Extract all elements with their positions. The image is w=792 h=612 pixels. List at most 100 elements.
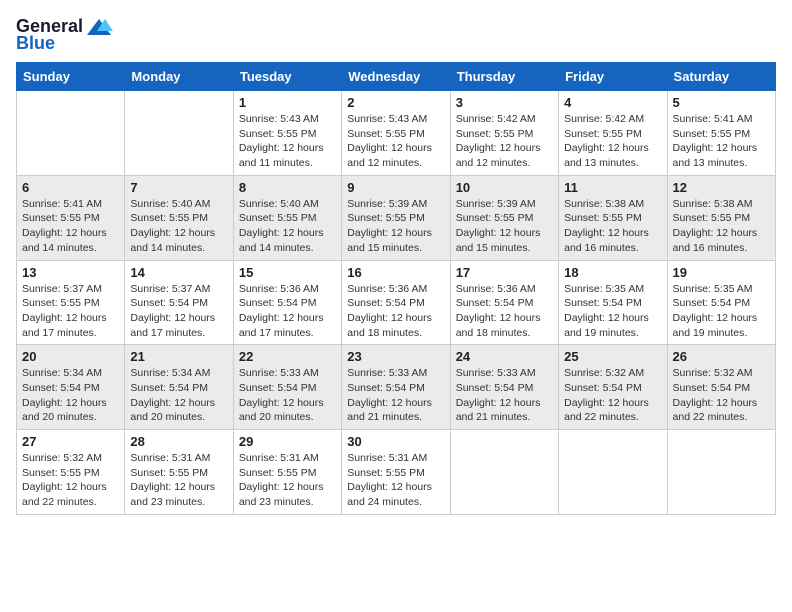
day-number: 23 bbox=[347, 349, 444, 364]
day-number: 26 bbox=[673, 349, 770, 364]
day-info: Sunrise: 5:35 AM Sunset: 5:54 PM Dayligh… bbox=[564, 282, 661, 341]
day-info: Sunrise: 5:40 AM Sunset: 5:55 PM Dayligh… bbox=[130, 197, 227, 256]
weekday-header-wednesday: Wednesday bbox=[342, 63, 450, 91]
day-info: Sunrise: 5:39 AM Sunset: 5:55 PM Dayligh… bbox=[456, 197, 553, 256]
day-info: Sunrise: 5:31 AM Sunset: 5:55 PM Dayligh… bbox=[239, 451, 336, 510]
day-number: 3 bbox=[456, 95, 553, 110]
day-number: 7 bbox=[130, 180, 227, 195]
day-info: Sunrise: 5:41 AM Sunset: 5:55 PM Dayligh… bbox=[673, 112, 770, 171]
calendar-cell: 20 Sunrise: 5:34 AM Sunset: 5:54 PM Dayli… bbox=[17, 345, 125, 430]
day-number: 29 bbox=[239, 434, 336, 449]
day-info: Sunrise: 5:34 AM Sunset: 5:54 PM Dayligh… bbox=[130, 366, 227, 425]
weekday-header-saturday: Saturday bbox=[667, 63, 775, 91]
day-info: Sunrise: 5:38 AM Sunset: 5:55 PM Dayligh… bbox=[673, 197, 770, 256]
calendar-cell: 29 Sunrise: 5:31 AM Sunset: 5:55 PM Dayli… bbox=[233, 430, 341, 515]
day-info: Sunrise: 5:42 AM Sunset: 5:55 PM Dayligh… bbox=[456, 112, 553, 171]
logo: General Blue bbox=[16, 16, 113, 54]
day-info: Sunrise: 5:43 AM Sunset: 5:55 PM Dayligh… bbox=[347, 112, 444, 171]
day-info: Sunrise: 5:33 AM Sunset: 5:54 PM Dayligh… bbox=[456, 366, 553, 425]
calendar-cell: 8 Sunrise: 5:40 AM Sunset: 5:55 PM Daylig… bbox=[233, 175, 341, 260]
day-number: 25 bbox=[564, 349, 661, 364]
calendar-cell bbox=[17, 91, 125, 176]
calendar-cell: 22 Sunrise: 5:33 AM Sunset: 5:54 PM Dayli… bbox=[233, 345, 341, 430]
day-number: 11 bbox=[564, 180, 661, 195]
calendar-cell: 11 Sunrise: 5:38 AM Sunset: 5:55 PM Dayli… bbox=[559, 175, 667, 260]
day-info: Sunrise: 5:36 AM Sunset: 5:54 PM Dayligh… bbox=[347, 282, 444, 341]
day-number: 22 bbox=[239, 349, 336, 364]
day-number: 14 bbox=[130, 265, 227, 280]
weekday-header-sunday: Sunday bbox=[17, 63, 125, 91]
calendar-cell: 17 Sunrise: 5:36 AM Sunset: 5:54 PM Dayli… bbox=[450, 260, 558, 345]
day-number: 6 bbox=[22, 180, 119, 195]
weekday-header-friday: Friday bbox=[559, 63, 667, 91]
calendar-cell bbox=[667, 430, 775, 515]
calendar-cell: 26Sunrise: 5:32 AM Sunset: 5:54 PM Dayli… bbox=[667, 345, 775, 430]
day-info: Sunrise: 5:32 AM Sunset: 5:55 PM Dayligh… bbox=[22, 451, 119, 510]
calendar-cell: 19Sunrise: 5:35 AM Sunset: 5:54 PM Dayli… bbox=[667, 260, 775, 345]
weekday-header-monday: Monday bbox=[125, 63, 233, 91]
calendar-table: SundayMondayTuesdayWednesdayThursdayFrid… bbox=[16, 62, 776, 515]
calendar-cell: 15 Sunrise: 5:36 AM Sunset: 5:54 PM Dayli… bbox=[233, 260, 341, 345]
calendar-cell: 24 Sunrise: 5:33 AM Sunset: 5:54 PM Dayli… bbox=[450, 345, 558, 430]
weekday-header-tuesday: Tuesday bbox=[233, 63, 341, 91]
day-number: 20 bbox=[22, 349, 119, 364]
day-number: 10 bbox=[456, 180, 553, 195]
calendar-cell: 9 Sunrise: 5:39 AM Sunset: 5:55 PM Daylig… bbox=[342, 175, 450, 260]
day-info: Sunrise: 5:37 AM Sunset: 5:54 PM Dayligh… bbox=[130, 282, 227, 341]
calendar-cell: 1Sunrise: 5:43 AM Sunset: 5:55 PM Daylig… bbox=[233, 91, 341, 176]
calendar-cell: 12 Sunrise: 5:38 AM Sunset: 5:55 PM Dayli… bbox=[667, 175, 775, 260]
day-number: 12 bbox=[673, 180, 770, 195]
day-info: Sunrise: 5:38 AM Sunset: 5:55 PM Dayligh… bbox=[564, 197, 661, 256]
calendar-cell: 4 Sunrise: 5:42 AM Sunset: 5:55 PM Daylig… bbox=[559, 91, 667, 176]
calendar-cell: 14 Sunrise: 5:37 AM Sunset: 5:54 PM Dayli… bbox=[125, 260, 233, 345]
day-info: Sunrise: 5:31 AM Sunset: 5:55 PM Dayligh… bbox=[130, 451, 227, 510]
day-info: Sunrise: 5:36 AM Sunset: 5:54 PM Dayligh… bbox=[456, 282, 553, 341]
day-info: Sunrise: 5:33 AM Sunset: 5:54 PM Dayligh… bbox=[239, 366, 336, 425]
calendar-cell: 18 Sunrise: 5:35 AM Sunset: 5:54 PM Dayli… bbox=[559, 260, 667, 345]
day-number: 30 bbox=[347, 434, 444, 449]
day-number: 2 bbox=[347, 95, 444, 110]
day-number: 17 bbox=[456, 265, 553, 280]
calendar-cell bbox=[450, 430, 558, 515]
day-number: 5 bbox=[673, 95, 770, 110]
calendar-cell: 16 Sunrise: 5:36 AM Sunset: 5:54 PM Dayli… bbox=[342, 260, 450, 345]
calendar-cell: 25 Sunrise: 5:32 AM Sunset: 5:54 PM Dayli… bbox=[559, 345, 667, 430]
day-number: 4 bbox=[564, 95, 661, 110]
day-number: 27 bbox=[22, 434, 119, 449]
day-info: Sunrise: 5:39 AM Sunset: 5:55 PM Dayligh… bbox=[347, 197, 444, 256]
calendar-cell: 7 Sunrise: 5:40 AM Sunset: 5:55 PM Daylig… bbox=[125, 175, 233, 260]
day-number: 16 bbox=[347, 265, 444, 280]
calendar-cell: 10 Sunrise: 5:39 AM Sunset: 5:55 PM Dayli… bbox=[450, 175, 558, 260]
day-info: Sunrise: 5:31 AM Sunset: 5:55 PM Dayligh… bbox=[347, 451, 444, 510]
day-number: 9 bbox=[347, 180, 444, 195]
calendar-cell: 30 Sunrise: 5:31 AM Sunset: 5:55 PM Dayli… bbox=[342, 430, 450, 515]
day-number: 24 bbox=[456, 349, 553, 364]
calendar-cell: 27 Sunrise: 5:32 AM Sunset: 5:55 PM Dayli… bbox=[17, 430, 125, 515]
day-number: 21 bbox=[130, 349, 227, 364]
day-info: Sunrise: 5:35 AM Sunset: 5:54 PM Dayligh… bbox=[673, 282, 770, 341]
logo-icon bbox=[85, 17, 113, 37]
day-info: Sunrise: 5:40 AM Sunset: 5:55 PM Dayligh… bbox=[239, 197, 336, 256]
page-header: General Blue bbox=[16, 16, 776, 54]
calendar-cell bbox=[125, 91, 233, 176]
day-info: Sunrise: 5:42 AM Sunset: 5:55 PM Dayligh… bbox=[564, 112, 661, 171]
logo-blue-text: Blue bbox=[16, 33, 55, 54]
day-info: Sunrise: 5:32 AM Sunset: 5:54 PM Dayligh… bbox=[564, 366, 661, 425]
calendar-cell: 5 Sunrise: 5:41 AM Sunset: 5:55 PM Daylig… bbox=[667, 91, 775, 176]
calendar-cell: 6 Sunrise: 5:41 AM Sunset: 5:55 PM Daylig… bbox=[17, 175, 125, 260]
day-info: Sunrise: 5:33 AM Sunset: 5:54 PM Dayligh… bbox=[347, 366, 444, 425]
calendar-cell: 13Sunrise: 5:37 AM Sunset: 5:55 PM Dayli… bbox=[17, 260, 125, 345]
day-number: 28 bbox=[130, 434, 227, 449]
calendar-cell: 2 Sunrise: 5:43 AM Sunset: 5:55 PM Daylig… bbox=[342, 91, 450, 176]
day-info: Sunrise: 5:36 AM Sunset: 5:54 PM Dayligh… bbox=[239, 282, 336, 341]
calendar-cell bbox=[559, 430, 667, 515]
day-number: 18 bbox=[564, 265, 661, 280]
day-info: Sunrise: 5:34 AM Sunset: 5:54 PM Dayligh… bbox=[22, 366, 119, 425]
day-number: 13 bbox=[22, 265, 119, 280]
day-number: 15 bbox=[239, 265, 336, 280]
calendar-cell: 28 Sunrise: 5:31 AM Sunset: 5:55 PM Dayli… bbox=[125, 430, 233, 515]
day-number: 1 bbox=[239, 95, 336, 110]
calendar-cell: 21 Sunrise: 5:34 AM Sunset: 5:54 PM Dayli… bbox=[125, 345, 233, 430]
day-number: 8 bbox=[239, 180, 336, 195]
day-info: Sunrise: 5:41 AM Sunset: 5:55 PM Dayligh… bbox=[22, 197, 119, 256]
